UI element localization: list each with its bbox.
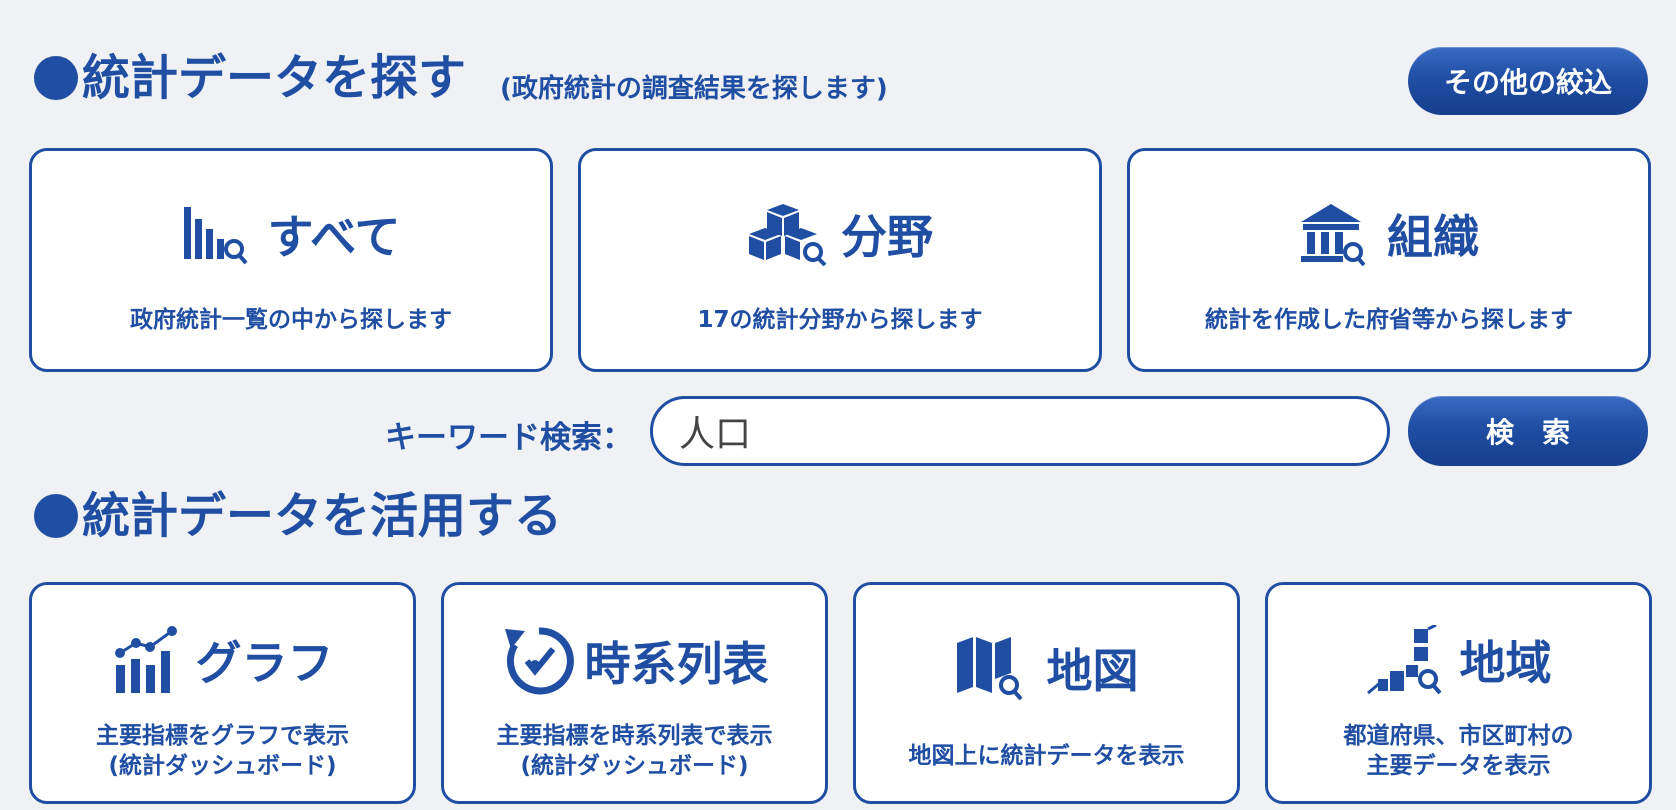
card-timeseries-label: 時系列表 bbox=[584, 637, 769, 691]
search-section-title: 統計データを探す bbox=[34, 54, 466, 102]
card-graph[interactable]: グラフ 主要指標をグラフで表示 (統計ダッシュボード) bbox=[29, 582, 416, 804]
card-timeseries-desc-line1: 主要指標を時系列表で表示 bbox=[496, 723, 773, 749]
card-all-desc: 政府統計一覧の中から探します bbox=[130, 307, 452, 333]
card-region-desc-line2: 主要データを表示 bbox=[1366, 753, 1551, 780]
building-search-icon bbox=[1299, 202, 1365, 266]
cubes-search-icon bbox=[747, 202, 827, 266]
bullet-dot-icon bbox=[34, 494, 78, 538]
card-all[interactable]: すべて 政府統計一覧の中から探します bbox=[29, 148, 553, 372]
card-organization-desc: 統計を作成した府省等から探します bbox=[1205, 307, 1573, 333]
card-graph-desc-line1: 主要指標をグラフで表示 bbox=[96, 723, 349, 749]
other-filter-button[interactable]: その他の絞込 bbox=[1408, 47, 1648, 115]
bullet-dot-icon bbox=[34, 56, 78, 100]
bar-chart-search-icon bbox=[182, 203, 248, 265]
card-organization-label: 組織 bbox=[1387, 210, 1479, 264]
card-region-desc-line1: 都道府県、市区町村の bbox=[1343, 723, 1574, 749]
card-region[interactable]: 地域 都道府県、市区町村の 主要データを表示 bbox=[1265, 582, 1652, 804]
card-graph-label: グラフ bbox=[195, 636, 334, 690]
search-button[interactable]: 検 索 bbox=[1408, 396, 1648, 466]
region-blocks-search-icon bbox=[1366, 625, 1442, 695]
card-organization[interactable]: 組織 統計を作成した府省等から探します bbox=[1127, 148, 1651, 372]
use-section-title: 統計データを活用する bbox=[34, 492, 562, 540]
card-map-label: 地図 bbox=[1046, 644, 1139, 698]
keyword-search-label: キーワード検索： bbox=[385, 420, 633, 456]
search-section-title-text: 統計データを探す bbox=[82, 50, 467, 106]
card-graph-desc: 主要指標をグラフで表示 (統計ダッシュボード) bbox=[32, 721, 413, 782]
map-search-icon bbox=[955, 635, 1025, 701]
card-map[interactable]: 地図 地図上に統計データを表示 bbox=[853, 582, 1240, 804]
card-graph-desc-line2: (統計ダッシュボード) bbox=[108, 753, 337, 780]
card-timeseries-desc: 主要指標を時系列表で表示 (統計ダッシュボード) bbox=[444, 721, 825, 782]
card-field-label: 分野 bbox=[841, 210, 933, 264]
clock-icon bbox=[501, 623, 577, 699]
use-section-title-text: 統計データを活用する bbox=[82, 488, 563, 544]
card-map-desc-line1: 地図上に統計データを表示 bbox=[908, 743, 1185, 769]
card-all-label: すべて bbox=[267, 210, 401, 264]
card-region-desc: 都道府県、市区町村の 主要データを表示 bbox=[1268, 721, 1649, 782]
card-region-label: 地域 bbox=[1459, 636, 1552, 690]
card-timeseries[interactable]: 時系列表 主要指標を時系列表で表示 (統計ダッシュボード) bbox=[441, 582, 828, 804]
card-field[interactable]: 分野 17の統計分野から探します bbox=[578, 148, 1102, 372]
line-bar-chart-icon bbox=[112, 625, 182, 695]
card-timeseries-desc-line2: (統計ダッシュボード) bbox=[520, 753, 749, 780]
keyword-search-input[interactable] bbox=[650, 396, 1390, 466]
card-field-desc: 17の統計分野から探します bbox=[697, 307, 983, 333]
search-section-subtitle: (政府統計の調査結果を探します) bbox=[500, 74, 888, 104]
card-map-desc: 地図上に統計データを表示 bbox=[856, 741, 1237, 771]
